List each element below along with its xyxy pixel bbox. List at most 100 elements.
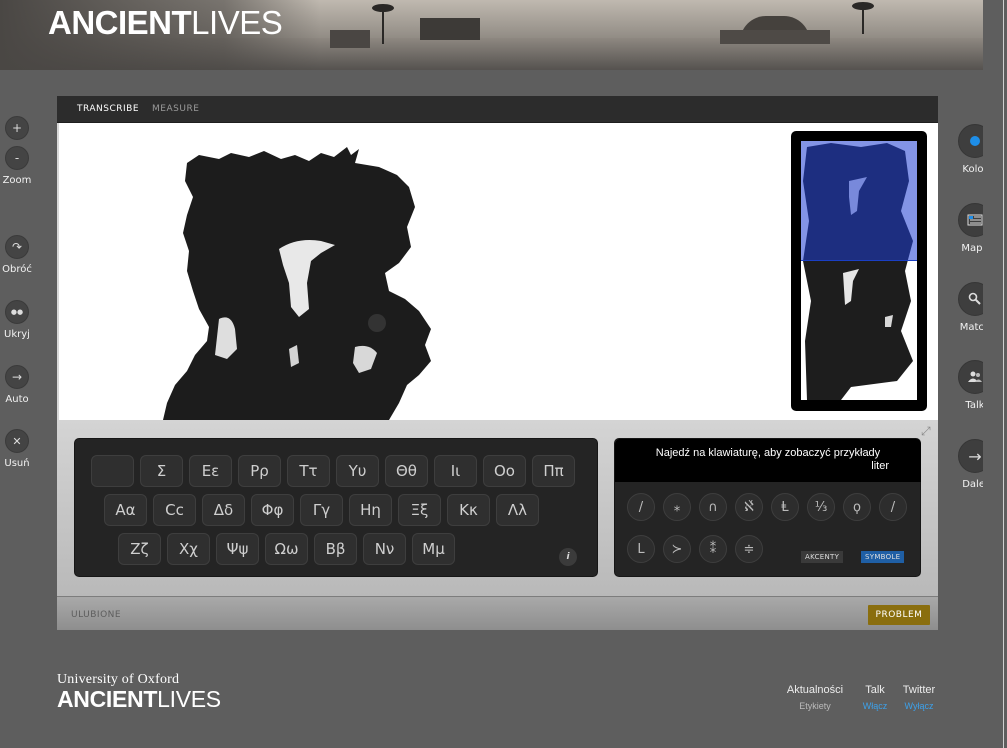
accents-toggle-button[interactable]: AKCENTY	[801, 551, 844, 563]
hide-label: Ukryj	[4, 329, 30, 340]
banner-building	[720, 30, 830, 44]
keyboard-key[interactable]: Θθ	[385, 455, 428, 487]
keyboard-key[interactable]: Ωω	[265, 533, 308, 565]
keyboard-key[interactable]: Ηη	[349, 494, 392, 526]
symbols-keyboard: Najedź na klawiaturę, aby zobaczyć przyk…	[614, 438, 921, 577]
footer-news-link[interactable]: Aktualności	[779, 684, 851, 696]
keyboard-key[interactable]: Ππ	[532, 455, 575, 487]
keyboard-key[interactable]: Γγ	[300, 494, 343, 526]
symbol-key[interactable]: ℵ̌	[735, 493, 763, 521]
blue-dot	[970, 136, 980, 146]
tab-transcribe[interactable]: TRANSCRIBE	[77, 104, 139, 114]
footer-labels-text: Etykiety	[799, 701, 831, 711]
site-logo[interactable]: ANCIENTLIVES	[48, 4, 283, 42]
keyboard-key[interactable]: Ιι	[434, 455, 477, 487]
keyboard-key[interactable]: Λλ	[496, 494, 539, 526]
keyboard-area: ⤢ Σ Εε Ρρ Ττ Υυ Θθ Ιι Οο Ππ Αα Cc Δδ Φφ …	[57, 420, 938, 596]
keyboard-key[interactable]: Νν	[363, 533, 406, 565]
symbol-key[interactable]: /	[879, 493, 907, 521]
footer-talk-link[interactable]: Talk	[856, 684, 894, 696]
banner-building	[330, 30, 370, 48]
footer-talk-group: Talk Włącz	[856, 684, 894, 711]
rotate-icon[interactable]: ↷	[5, 235, 29, 259]
favorites-bar: ULUBIONE PROBLEM	[57, 596, 938, 630]
tooltip-text-line2: liter	[871, 460, 889, 472]
plus-icon[interactable]: +	[5, 116, 29, 140]
zoom-in-tool[interactable]: +	[4, 116, 30, 140]
keyboard-key[interactable]: Ρρ	[238, 455, 281, 487]
keyboard-key[interactable]: Φφ	[251, 494, 294, 526]
map-glyph	[967, 214, 983, 226]
transcription-panel: TRANSCRIBE MEASURE ⤢ Σ Εε Ρρ Ττ Υυ Θθ Ιι…	[57, 96, 938, 630]
papyrus-viewer[interactable]	[57, 123, 938, 420]
symbol-key[interactable]: ⁎	[663, 493, 691, 521]
footer-site-name: ANCIENTLIVES	[57, 686, 221, 712]
expand-icon[interactable]: ⤢	[921, 424, 931, 439]
magnifier-glyph	[968, 292, 981, 305]
keyboard-key[interactable]: Cc	[153, 494, 196, 526]
keyboard-key[interactable]: Εε	[189, 455, 232, 487]
favorites-label[interactable]: ULUBIONE	[71, 610, 121, 620]
auto-tool[interactable]: → Auto	[0, 365, 34, 405]
footer-logo[interactable]: University of Oxford ANCIENTLIVES	[57, 672, 221, 712]
people-glyph	[968, 371, 982, 382]
banner-palm-leaves	[852, 2, 874, 10]
hide-tool[interactable]: ●● Ukryj	[0, 300, 34, 340]
keyboard-key[interactable]: Αα	[104, 494, 147, 526]
symbol-key[interactable]: ⅓	[807, 493, 835, 521]
keyboard-key[interactable]: Ζζ	[118, 533, 161, 565]
banner-palm-leaves	[372, 4, 394, 12]
footer-news-group: Aktualności Etykiety	[779, 684, 851, 711]
arrow-right-icon[interactable]: →	[5, 365, 29, 389]
minimap-canvas[interactable]	[801, 141, 917, 400]
keyboard-key[interactable]: Ξξ	[398, 494, 441, 526]
keyboard-key[interactable]: Υυ	[336, 455, 379, 487]
symbol-key[interactable]: L	[627, 535, 655, 563]
symbol-key[interactable]: ⁑	[699, 535, 727, 563]
footer-logo-light: LIVES	[157, 686, 221, 712]
minimap-viewport-selection[interactable]	[801, 141, 917, 261]
header-banner: ANCIENTLIVES	[0, 0, 983, 70]
symbols-toggle-button[interactable]: SYMBOLE	[861, 551, 905, 563]
zoom-out-tool[interactable]: - Zoom	[0, 146, 34, 186]
zoom-label: Zoom	[2, 175, 32, 186]
footer-twitter-link[interactable]: Twitter	[897, 684, 941, 696]
logo-word-light: LIVES	[191, 4, 283, 41]
delete-tool[interactable]: ✕ Usuń	[0, 429, 34, 469]
auto-label: Auto	[5, 394, 29, 405]
keyboard-key[interactable]: Μμ	[412, 533, 455, 565]
keyboard-key[interactable]: Ψψ	[216, 533, 259, 565]
keyboard-key[interactable]: Χχ	[167, 533, 210, 565]
keyboard-key[interactable]: Οο	[483, 455, 526, 487]
minus-icon[interactable]: -	[5, 146, 29, 170]
symbol-key[interactable]: ≑	[735, 535, 763, 563]
minimap[interactable]	[791, 131, 927, 411]
window-edge	[983, 0, 1007, 748]
close-icon[interactable]: ✕	[5, 429, 29, 453]
problem-button[interactable]: PROBLEM	[868, 605, 930, 625]
symbol-key[interactable]: /	[627, 493, 655, 521]
greek-keyboard: Σ Εε Ρρ Ττ Υυ Θθ Ιι Οο Ππ Αα Cc Δδ Φφ Γγ…	[74, 438, 598, 577]
logo-word-bold: ANCIENT	[48, 4, 192, 41]
footer-logo-bold: ANCIENT	[57, 686, 158, 712]
tooltip-text: Najedź na klawiaturę, aby zobaczyć przyk…	[655, 447, 881, 459]
keyboard-key-blank[interactable]	[91, 455, 134, 487]
keyboard-key[interactable]: Σ	[140, 455, 183, 487]
symbol-key[interactable]: ≻	[663, 535, 691, 563]
keyboard-key[interactable]: Ττ	[287, 455, 330, 487]
keyboard-key[interactable]: Κκ	[447, 494, 490, 526]
delete-label: Usuń	[4, 458, 30, 469]
info-icon[interactable]: i	[559, 548, 577, 566]
symbol-key[interactable]: ϙ	[843, 493, 871, 521]
mode-tabs: TRANSCRIBE MEASURE	[57, 96, 938, 123]
symbol-key[interactable]: Ⱡ	[771, 493, 799, 521]
banner-building	[420, 18, 480, 40]
keyboard-key[interactable]: Ββ	[314, 533, 357, 565]
labels-enable-link[interactable]: Włącz	[856, 701, 894, 711]
symbol-key[interactable]: ∩	[699, 493, 727, 521]
tab-measure[interactable]: MEASURE	[152, 104, 199, 114]
rotate-tool[interactable]: ↷ Obróć	[0, 235, 34, 275]
keyboard-key[interactable]: Δδ	[202, 494, 245, 526]
toggle-dots-icon[interactable]: ●●	[5, 300, 29, 324]
labels-disable-link[interactable]: Wyłącz	[897, 701, 941, 711]
